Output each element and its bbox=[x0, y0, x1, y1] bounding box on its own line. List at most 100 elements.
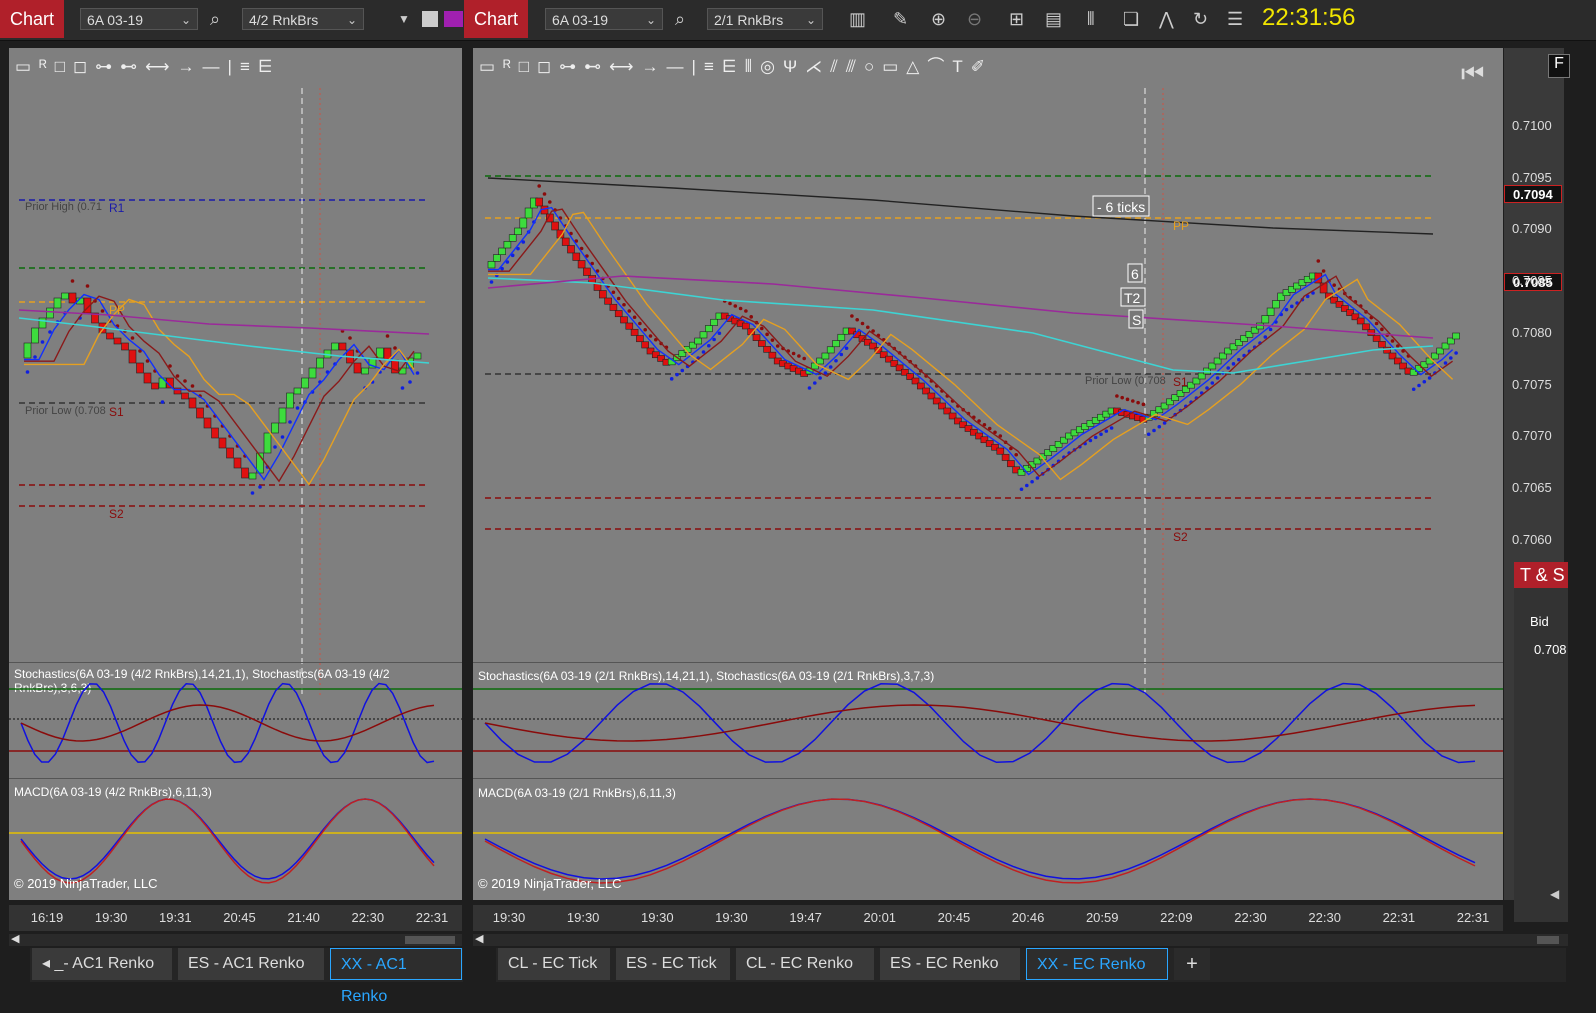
ellipse-icon[interactable]: ○ bbox=[864, 56, 874, 78]
tab-left-1[interactable]: ES - AC1 Renko bbox=[178, 948, 324, 980]
templates-icon[interactable]: ❏ bbox=[1123, 8, 1139, 30]
right-bartype-select[interactable]: 2/1 RnkBrs ⌄ bbox=[707, 8, 823, 30]
crosshair-icon[interactable]: ⊞ bbox=[1009, 8, 1024, 30]
vertical-line-icon[interactable]: | bbox=[692, 56, 696, 78]
box-icon[interactable]: ▭ bbox=[882, 56, 898, 78]
down-candle bbox=[641, 341, 649, 349]
fib-retracement-icon[interactable]: ≡ bbox=[240, 56, 250, 78]
left-instrument-select[interactable]: 6A 03-19 ⌄ bbox=[80, 8, 198, 30]
pitchfork-icon[interactable]: Ψ bbox=[783, 56, 797, 78]
vertical-line-icon[interactable]: | bbox=[228, 56, 232, 78]
dropdown-arrow-icon[interactable]: ▼ bbox=[398, 8, 410, 30]
fib-extension-icon[interactable]: ⋿ bbox=[722, 56, 737, 78]
color-swatch-purple[interactable] bbox=[444, 11, 463, 27]
extended-line-icon[interactable]: ⟷ bbox=[145, 56, 169, 78]
left-price-chart[interactable]: Prior High (0.71 R1 PP Prior Low (0.708 S1 S2 bbox=[9, 88, 462, 698]
right-macd-panel[interactable] bbox=[473, 778, 1503, 899]
scroll-left-icon[interactable]: ◀ bbox=[11, 932, 19, 945]
risk-reward-icon[interactable]: ᴿ bbox=[503, 56, 511, 78]
right-chart-panel[interactable]: ▭ ᴿ □ ◻ ⊶ ⊷ ⟷ → — | ≡ ⋿ ⦀ ◎ Ψ ⋌ ⫽ ⫻ ○ ▭ △ ⌒ T ✐ ⏮ PP Prior Low (… bbox=[473, 48, 1503, 900]
horizontal-line-icon[interactable]: — bbox=[203, 56, 220, 78]
pencil-icon[interactable]: ✎ bbox=[893, 8, 908, 30]
right-scrollbar[interactable]: ◀ bbox=[473, 932, 1568, 946]
ts-scroll-arrow-icon[interactable]: ◀ bbox=[1550, 887, 1559, 901]
reload-icon[interactable]: ↻ bbox=[1193, 8, 1208, 30]
ts-title: T & S bbox=[1514, 562, 1568, 588]
fib-retracement-icon[interactable]: ≡ bbox=[704, 56, 714, 78]
left-chart-panel[interactable]: ▭ ᴿ □ ◻ ⊶ ⊷ ⟷ → — | ≡ ⋿ Prior High (0.71 R1 PP Prior L… bbox=[9, 48, 462, 900]
rectangle-icon[interactable]: □ bbox=[55, 56, 65, 78]
right-price-chart[interactable]: PP Prior Low (0.708 S1 S2 - 6 ticks 6 T2 S bbox=[473, 88, 1503, 698]
fib-extension-icon[interactable]: ⋿ bbox=[258, 56, 273, 78]
color-swatch-gray[interactable] bbox=[422, 11, 438, 27]
ray-icon[interactable]: ⊷ bbox=[584, 56, 601, 78]
time-and-sales-panel[interactable]: T & S Bid 0.708 ◀ bbox=[1514, 562, 1568, 922]
slow-ma-line bbox=[488, 211, 1454, 481]
left-scroll-thumb[interactable] bbox=[405, 936, 455, 944]
right-scroll-thumb[interactable] bbox=[1537, 936, 1559, 944]
rectangle-icon[interactable]: □ bbox=[519, 56, 529, 78]
properties-icon[interactable]: ☰ bbox=[1227, 8, 1243, 30]
arc-icon[interactable]: ⌒ bbox=[927, 56, 944, 78]
fib-circle-icon[interactable]: ◎ bbox=[760, 56, 775, 78]
edge-letter-box[interactable]: F bbox=[1548, 54, 1570, 78]
pp-label: PP bbox=[109, 303, 125, 317]
tab-left-0[interactable]: ◂ _- AC1 Renko bbox=[32, 948, 172, 980]
up-candle bbox=[23, 342, 32, 359]
add-tab-button[interactable]: + bbox=[1174, 948, 1210, 980]
left-scrollbar[interactable]: ◀ bbox=[9, 932, 462, 946]
tab-label: CL - EC Renko bbox=[746, 955, 853, 972]
trail-stop-dot bbox=[1215, 376, 1220, 380]
region-icon[interactable]: ◻ bbox=[73, 56, 87, 78]
search-icon[interactable]: ⌕ bbox=[675, 8, 685, 30]
ruler-icon[interactable]: ▭ bbox=[15, 56, 31, 78]
horizontal-line-icon[interactable]: — bbox=[667, 56, 684, 78]
search-icon[interactable]: ⌕ bbox=[210, 8, 220, 30]
left-bartype-select[interactable]: 4/2 RnkBrs ⌄ bbox=[242, 8, 364, 30]
tab-left-2-active[interactable]: XX - AC1 Renko bbox=[330, 948, 462, 1005]
price-tick-label: 0.7075 bbox=[1512, 376, 1552, 392]
right-instrument-select[interactable]: 6A 03-19 ⌄ bbox=[545, 8, 663, 30]
tab-right-3[interactable]: ES - EC Renko bbox=[880, 948, 1020, 980]
trail-stop-dot bbox=[393, 346, 397, 350]
ray-icon[interactable]: ⊷ bbox=[120, 56, 137, 78]
strategies-icon[interactable]: ⫴ bbox=[1087, 8, 1095, 30]
risk-reward-icon[interactable]: ᴿ bbox=[39, 56, 47, 78]
line-icon[interactable]: ⊶ bbox=[95, 56, 112, 78]
trail-stop-dot bbox=[489, 280, 494, 284]
ruler-icon[interactable]: ▭ bbox=[479, 56, 495, 78]
region-icon[interactable]: ◻ bbox=[537, 56, 551, 78]
trend-channel-icon[interactable]: ⫻ bbox=[846, 56, 856, 78]
zoom-in-icon[interactable]: ⊕ bbox=[931, 8, 946, 30]
data-box-icon[interactable]: ▤ bbox=[1045, 8, 1062, 30]
extended-line-icon[interactable]: ⟷ bbox=[609, 56, 633, 78]
left-chart-menu-button[interactable]: Chart bbox=[0, 0, 65, 38]
clock: 22:31:56 bbox=[1262, 4, 1356, 31]
scroll-left-icon[interactable]: ◀ bbox=[475, 932, 483, 945]
regression-channel-icon[interactable]: ⫽ bbox=[830, 56, 838, 78]
tab-right-2[interactable]: CL - EC Renko bbox=[736, 948, 874, 980]
indicators-icon[interactable]: ⋀ bbox=[1159, 8, 1174, 30]
right-chart-menu-button[interactable]: Chart bbox=[464, 0, 529, 38]
trail-stop-dot bbox=[1125, 397, 1130, 402]
bars-icon[interactable]: ▥ bbox=[849, 8, 866, 30]
trail-stop-dot bbox=[190, 384, 195, 388]
text-icon[interactable]: T bbox=[952, 56, 962, 78]
triangle-icon[interactable]: △ bbox=[906, 56, 919, 78]
zoom-out-icon[interactable]: ⊖ bbox=[967, 8, 982, 30]
tab-right-0[interactable]: CL - EC Tick bbox=[498, 948, 610, 980]
arrow-line-icon[interactable]: → bbox=[642, 56, 659, 78]
skip-to-end-icon[interactable]: ⏮ bbox=[1461, 58, 1484, 90]
right-stochastics-panel[interactable] bbox=[473, 662, 1503, 778]
line-icon[interactable]: ⊶ bbox=[559, 56, 576, 78]
gann-fan-icon[interactable]: ⋌ bbox=[805, 56, 822, 78]
left-copyright: © 2019 NinjaTrader, LLC bbox=[14, 876, 158, 891]
left-stochastics-panel[interactable] bbox=[9, 662, 462, 778]
trail-stop-dot bbox=[738, 306, 743, 311]
marker-icon[interactable]: ✐ bbox=[971, 56, 985, 78]
tab-right-1[interactable]: ES - EC Tick bbox=[616, 948, 730, 980]
up-candle bbox=[487, 261, 496, 269]
tab-right-4-active[interactable]: XX - EC Renko bbox=[1026, 948, 1168, 980]
fib-time-icon[interactable]: ⦀ bbox=[745, 56, 752, 78]
arrow-line-icon[interactable]: → bbox=[178, 56, 195, 78]
